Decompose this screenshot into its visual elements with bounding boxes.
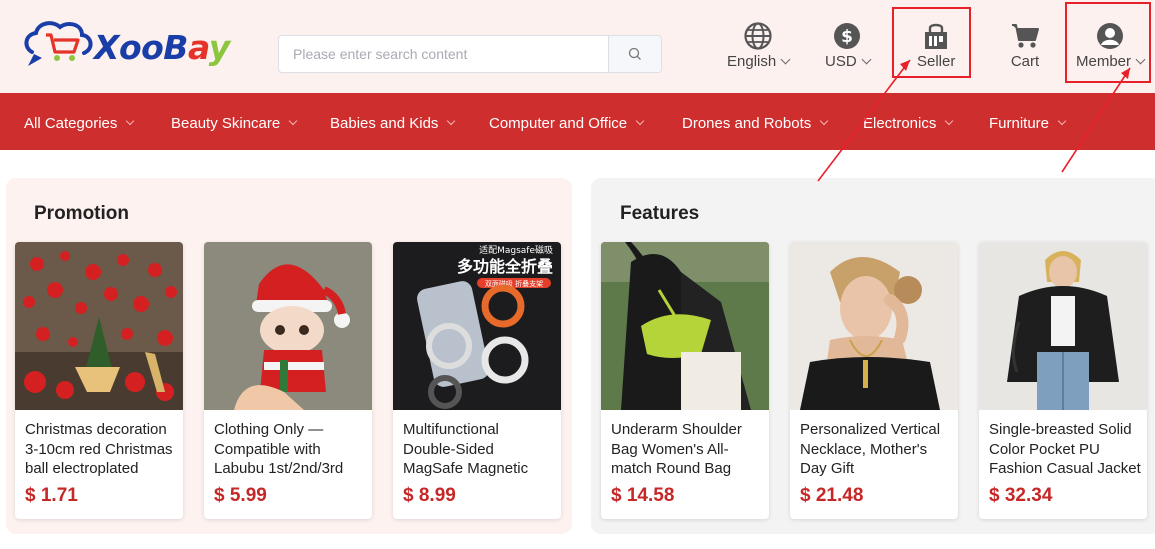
nav-item-label: Babies and Kids: [330, 115, 439, 132]
product-card[interactable]: Christmas decoration 3-10cm red Christma…: [15, 242, 183, 519]
product-card[interactable]: Underarm Shoulder Bag Women's All-match …: [601, 242, 769, 519]
nav-item-all-categories[interactable]: All Categories: [24, 93, 135, 150]
logo-text: XooBay: [94, 28, 230, 67]
svg-text:$: $: [841, 27, 853, 47]
chevron-down-icon: [288, 116, 298, 126]
product-price: $ 1.71: [25, 485, 78, 506]
globe-icon: [744, 22, 772, 50]
product-price: $ 32.34: [989, 485, 1053, 506]
features-title: Features: [620, 203, 700, 224]
product-price: $ 14.58: [611, 485, 675, 506]
nav-item-furniture[interactable]: Furniture: [989, 93, 1067, 150]
currency-selector[interactable]: $ USD: [825, 22, 872, 70]
currency-label: USD: [825, 53, 857, 70]
search-icon: [628, 47, 641, 60]
chevron-down-icon: [780, 54, 791, 65]
product-image: [790, 242, 958, 410]
chevron-down-icon: [126, 116, 135, 126]
product-title: Multifunctional Double-Sided MagSafe Mag…: [403, 421, 529, 477]
nav-item-beauty-skincare[interactable]: Beauty Skincare: [171, 93, 298, 150]
cart-logo-icon: [24, 21, 93, 66]
promotion-title: Promotion: [34, 203, 129, 224]
chevron-down-icon: [1057, 116, 1067, 126]
cart-label: Cart: [1010, 53, 1040, 70]
product-title: Underarm Shoulder Bag Women's All-match …: [611, 421, 742, 477]
chevron-down-icon: [820, 116, 829, 126]
search-button[interactable]: [608, 36, 661, 72]
product-card[interactable]: Personalized Vertical Necklace, Mother's…: [790, 242, 958, 519]
product-price: $ 21.48: [800, 485, 864, 506]
nav-item-babies-and-kids[interactable]: Babies and Kids: [330, 93, 456, 150]
language-label: English: [727, 53, 777, 70]
image-caption-main: 多功能全折叠: [457, 257, 553, 276]
nav-item-label: All Categories: [24, 115, 118, 132]
product-card[interactable]: 适配Magsafe磁吸 多功能全折叠 双面磁吸 折叠支架 Multifuncti…: [393, 242, 561, 519]
product-card[interactable]: Clothing Only — Compatible with Labubu 1…: [204, 242, 372, 519]
logo[interactable]: XooBay: [22, 18, 242, 76]
product-image: 适配Magsafe磁吸 多功能全折叠 双面磁吸 折叠支架: [393, 242, 561, 410]
product-title: Personalized Vertical Necklace, Mother's…: [800, 421, 941, 477]
product-card[interactable]: Single-breasted Solid Color Pocket PU Fa…: [979, 242, 1147, 519]
product-price: $ 5.99: [214, 485, 267, 506]
chevron-down-icon: [945, 116, 954, 126]
nav-item-label: Beauty Skincare: [171, 115, 281, 132]
nav-item-label: Drones and Robots: [682, 115, 812, 132]
cart-icon: [1012, 24, 1039, 48]
chevron-down-icon: [447, 116, 456, 126]
product-title: Single-breasted Solid Color Pocket PU Fa…: [989, 421, 1141, 477]
nav-item-computer-and-office[interactable]: Computer and Office: [489, 93, 645, 150]
product-image: [204, 242, 372, 410]
product-image: [15, 242, 183, 410]
chevron-down-icon: [861, 54, 872, 65]
search-bar: [278, 35, 662, 73]
cart-link[interactable]: Cart: [1010, 22, 1040, 70]
category-nav: All Categories Beauty Skincare Babies an…: [0, 93, 1155, 150]
product-price: $ 8.99: [403, 485, 456, 506]
nav-item-drones-and-robots[interactable]: Drones and Robots: [682, 93, 829, 150]
dollar-icon: $: [834, 23, 861, 49]
nav-item-label: Furniture: [989, 115, 1050, 132]
image-caption-sub: 双面磁吸 折叠支架: [485, 279, 543, 288]
product-title: Clothing Only — Compatible with Labubu 1…: [214, 421, 344, 477]
nav-item-label: Electronics: [863, 115, 937, 132]
chevron-down-icon: [635, 116, 645, 126]
product-title: Christmas decoration 3-10cm red Christma…: [25, 421, 173, 477]
seller-highlight-box: [892, 7, 971, 78]
member-highlight-box: [1065, 2, 1151, 83]
header: XooBay English $ USD: [0, 0, 1155, 93]
nav-item-electronics[interactable]: Electronics: [863, 93, 954, 150]
nav-item-label: Computer and Office: [489, 115, 628, 132]
product-image: [601, 242, 769, 410]
language-selector[interactable]: English: [727, 22, 791, 70]
search-input[interactable]: [279, 36, 608, 72]
product-image: [979, 242, 1147, 410]
image-caption-top: 适配Magsafe磁吸: [479, 244, 553, 256]
